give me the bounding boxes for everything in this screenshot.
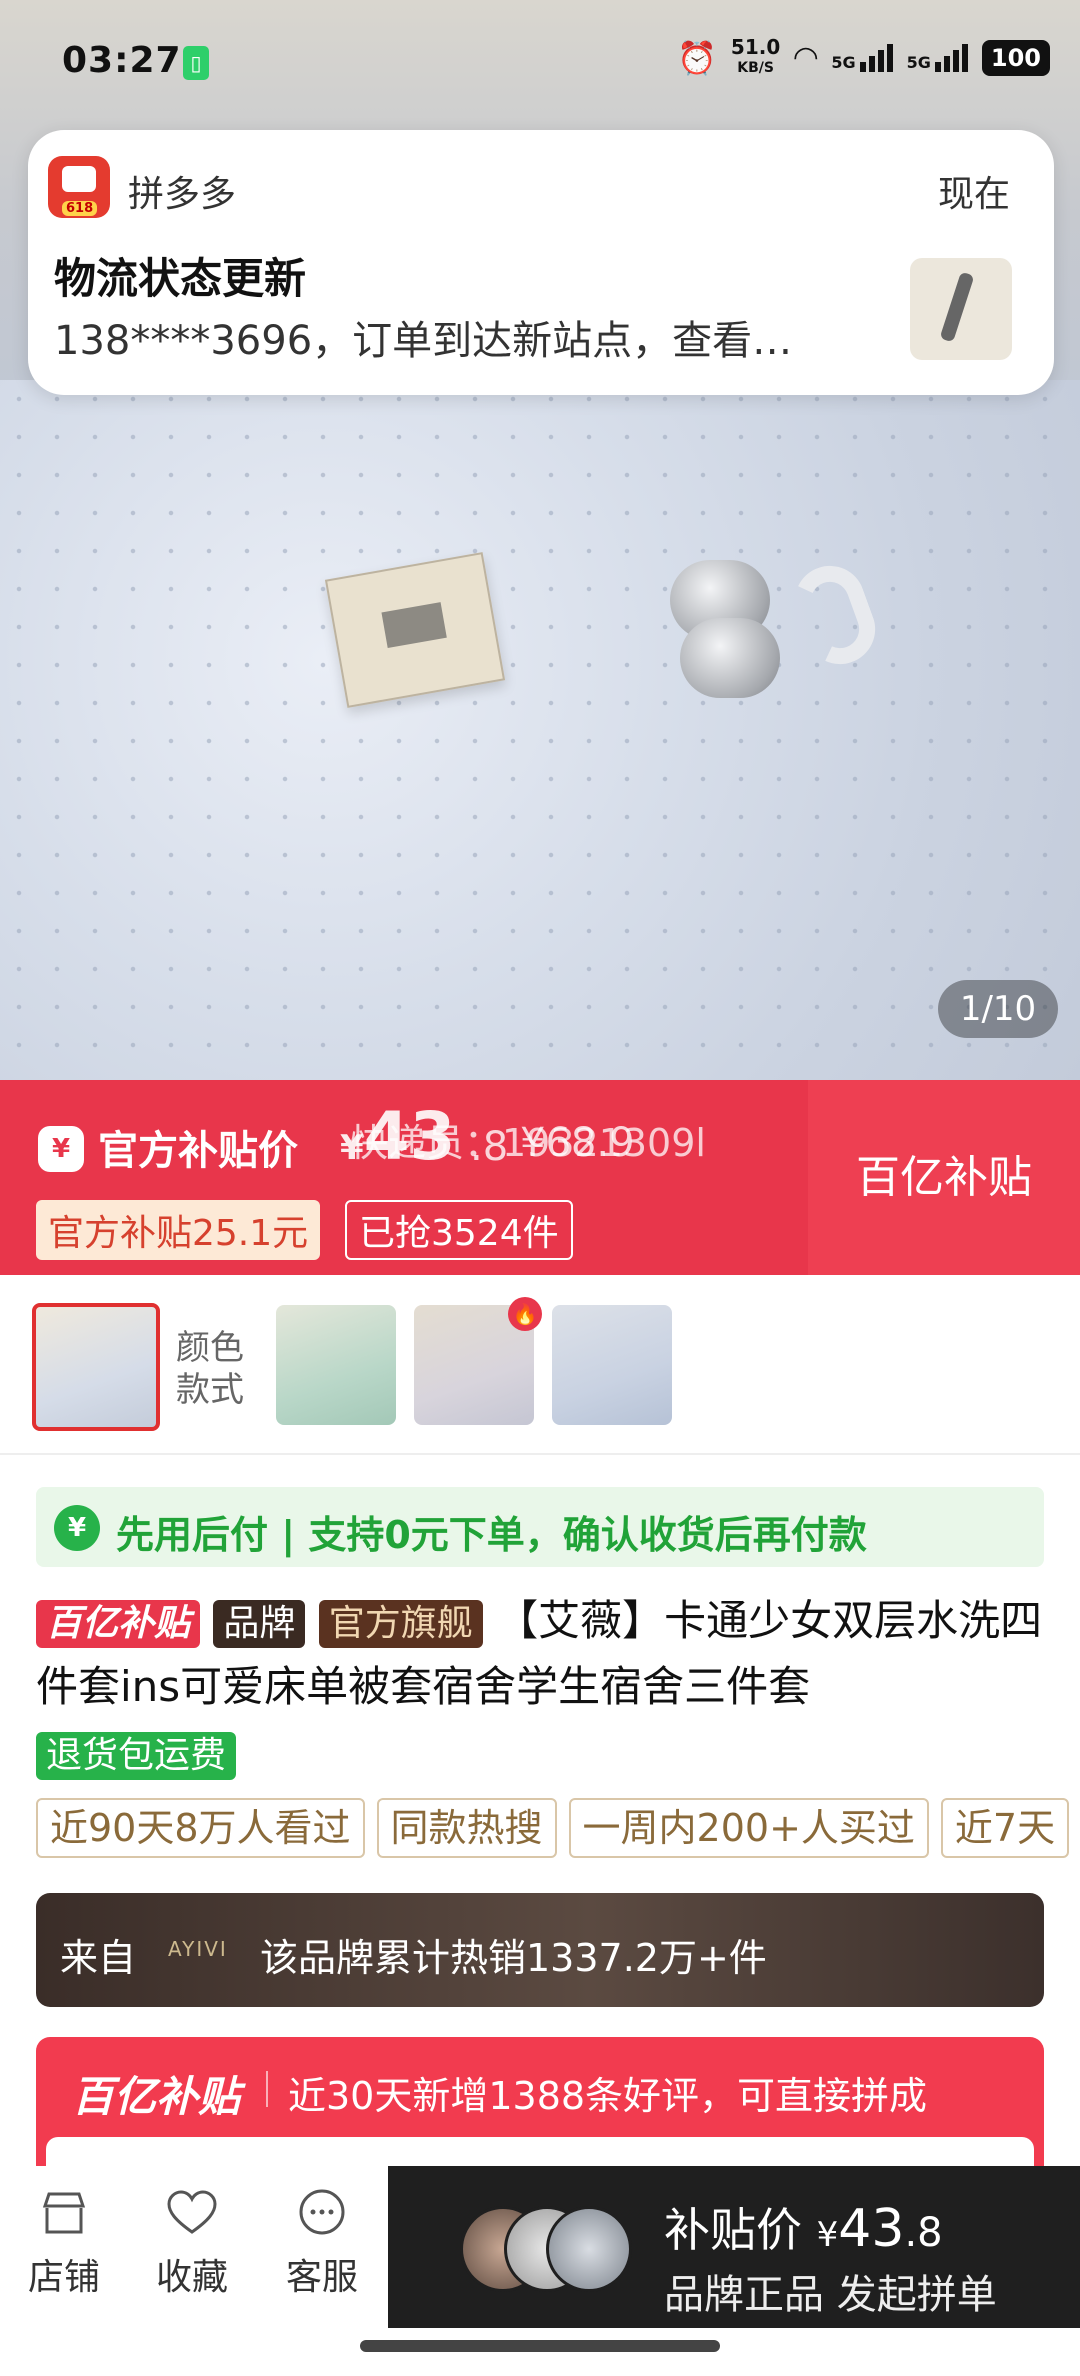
signal-bars-icon — [934, 43, 968, 72]
buyer-avatars — [460, 2206, 632, 2296]
signal-5g-2: 5G — [906, 43, 968, 72]
store-button[interactable]: 店铺 — [4, 2186, 124, 2300]
cta-price-line: 补贴价 ¥43.8 — [664, 2194, 943, 2260]
cta-price-int: 43 — [838, 2199, 905, 2259]
headphone-cup-image-part — [680, 618, 780, 698]
app-badge-618: 618 — [62, 201, 98, 216]
variant-swatch[interactable] — [276, 1305, 396, 1425]
info-tag[interactable]: 一周内200+人买过 — [568, 1798, 929, 1858]
notification-time: 现在 — [937, 174, 1010, 215]
signal-label: 5G — [906, 52, 931, 72]
brand-from-label: 来自 — [60, 1936, 137, 1980]
info-tag[interactable]: 近90天8万人看过 — [36, 1798, 365, 1858]
brand-sales-text: 该品牌累计热销1337.2万+件 — [260, 1936, 767, 1980]
return-shipping-tag: 退货包运费 — [36, 1731, 237, 1780]
customer-service-button[interactable]: 客服 — [262, 2186, 382, 2300]
subsidy-amount-tag: 官方补贴25.1元 — [36, 1200, 321, 1260]
avatar — [546, 2206, 632, 2292]
notification-app-name: 拼多多 — [128, 174, 237, 215]
baiyi-subsidy-label[interactable]: 百亿补贴 — [808, 1080, 1080, 1275]
review-section[interactable]: 百亿补贴 近30天新增1388条好评，可直接拼成 — [36, 2037, 1044, 2197]
pay-later-text: 先用后付 | 支持0元下单，确认收货后再付款 — [116, 1513, 867, 1557]
alarm-icon: ⏰ — [677, 38, 717, 77]
favorite-button[interactable]: 收藏 — [132, 2186, 252, 2300]
variant-swatch[interactable] — [552, 1305, 672, 1425]
product-title-block: 百亿补贴 品牌 官方旗舰 【艾薇】卡通少女双层水洗四件套ins可爱床单被套宿舍学… — [36, 1588, 1046, 1786]
hot-flame-icon: 🔥 — [508, 1297, 542, 1331]
heart-icon — [167, 2190, 217, 2234]
info-tag[interactable]: 同款热搜 — [376, 1798, 557, 1858]
status-bar: 03:27 ▯ ⏰ 51.0 KB/S ◠ 5G 5G 100 — [0, 0, 1080, 130]
pay-later-bar[interactable]: ¥ 先用后付 | 支持0元下单，确认收货后再付款 — [36, 1487, 1044, 1567]
net-speed: 51.0 KB/S — [730, 35, 781, 77]
info-tag[interactable]: 近7天 — [940, 1798, 1070, 1858]
variant-label: 颜色款式 — [176, 1328, 244, 1410]
variant-swatch-selected[interactable] — [32, 1303, 160, 1431]
cta-price-label: 补贴价 — [664, 2203, 802, 2257]
store-icon — [42, 2192, 86, 2234]
battery-icon: 100 — [981, 39, 1050, 76]
wifi-icon: ◠ — [794, 40, 818, 75]
baiyi-subsidy-tag: 百亿补贴 — [36, 1599, 201, 1648]
review-summary: 近30天新增1388条好评，可直接拼成 — [288, 2074, 928, 2118]
notification-card[interactable]: 618 拼多多 现在 物流状态更新 138****3696，订单到达新站点，查看… — [28, 130, 1054, 395]
brand-logo: AYIVI — [168, 1937, 228, 1961]
price-banner: ¥ 官方补贴价 ¥43 .8 ¥68.9 快递员：19321309l 官方补贴2… — [0, 1080, 1080, 1275]
chat-bubble-icon — [299, 2189, 345, 2235]
price-label: 官方补贴价 — [98, 1128, 298, 1174]
brand-tag: 品牌 — [213, 1599, 306, 1648]
net-speed-unit: KB/S — [737, 60, 774, 76]
cta-price-dec: .8 — [904, 2210, 943, 2256]
home-indicator[interactable] — [360, 2340, 720, 2352]
status-time: 03:27 — [62, 40, 182, 81]
service-label: 客服 — [285, 2257, 358, 2298]
store-label: 店铺 — [27, 2257, 100, 2298]
duvet-image-part — [0, 380, 1080, 1080]
pay-later-icon: ¥ — [54, 1505, 100, 1551]
charging-icon: ▯ — [183, 46, 209, 80]
cta-yen: ¥ — [816, 2215, 839, 2255]
signal-5g-1: 5G — [831, 43, 893, 72]
favorite-label: 收藏 — [155, 2257, 228, 2298]
notification-title: 物流状态更新 — [54, 254, 307, 303]
variant-selector: 颜色款式 🔥 — [0, 1275, 1080, 1455]
group-buy-button[interactable]: 补贴价 ¥43.8 品牌正品 发起拼单 — [388, 2166, 1080, 2328]
money-bag-icon: ¥ — [38, 1126, 84, 1172]
sold-count-tag: 已抢3524件 — [345, 1200, 573, 1260]
pinduoduo-app-icon: 618 — [48, 156, 110, 218]
signal-bars-icon — [859, 43, 893, 72]
notification-body: 138****3696，订单到达新站点，查看… — [54, 318, 793, 364]
book-image-part — [324, 552, 506, 708]
divider — [266, 2071, 268, 2107]
flagship-tag: 官方旗舰 — [318, 1599, 483, 1648]
net-speed-value: 51.0 — [730, 35, 781, 59]
info-tags-row: 近90天8万人看过 同款热搜 一周内200+人买过 近7天 — [36, 1798, 1080, 1862]
signal-label: 5G — [831, 52, 856, 72]
baiyi-subsidy-logo: 百亿补贴 — [72, 2072, 241, 2121]
brand-banner[interactable]: 来自 AYIVI 该品牌累计热销1337.2万+件 — [36, 1893, 1044, 2007]
overlay-courier-text: 快递员：19321309l — [350, 1121, 706, 1165]
notification-thumbnail — [910, 258, 1012, 360]
image-pager: 1/10 — [938, 980, 1058, 1038]
cta-subtitle: 品牌正品 发起拼单 — [664, 2272, 997, 2318]
